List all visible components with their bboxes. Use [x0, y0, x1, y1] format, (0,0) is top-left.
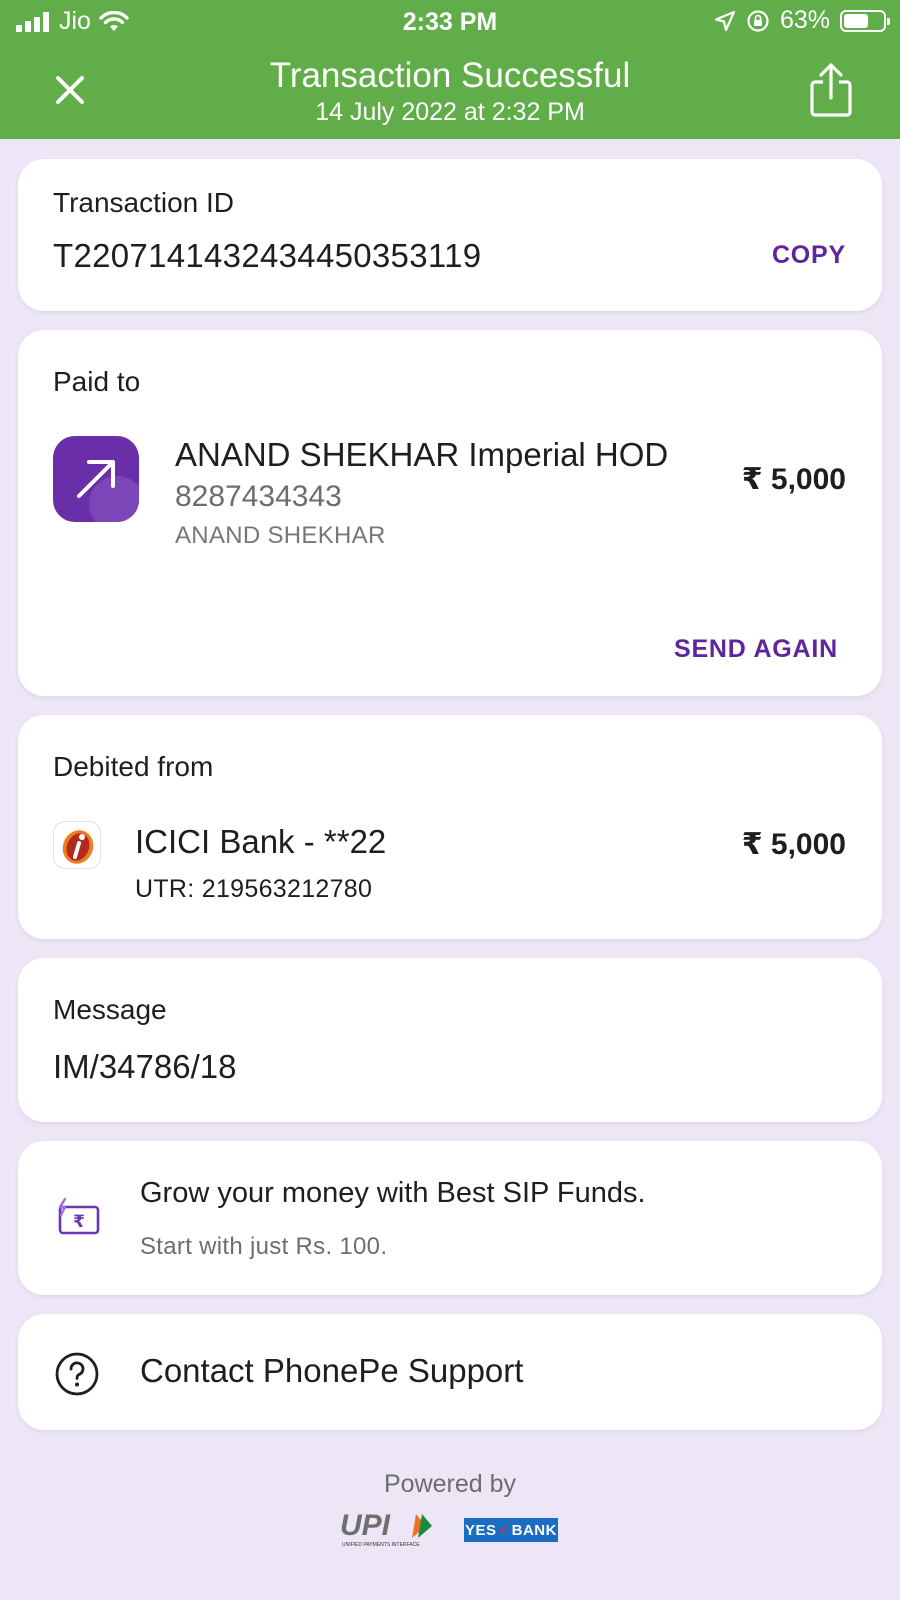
upi-logo-text: UPI	[340, 1510, 391, 1542]
icici-bank-logo	[53, 821, 101, 869]
contact-support-label: Contact PhonePe Support	[140, 1352, 524, 1389]
sip-promo-title: Grow your money with Best SIP Funds.	[140, 1177, 646, 1209]
battery-fill	[844, 13, 868, 28]
help-circle-icon	[55, 1352, 99, 1396]
battery-icon	[840, 9, 890, 32]
rupee-wallet-icon: ₹	[58, 1197, 100, 1235]
payee-account-name: ANAND SHEKHAR	[175, 522, 386, 549]
utr-number: UTR: 219563212780	[135, 875, 373, 903]
copy-button[interactable]: COPY	[772, 241, 846, 270]
upi-logo: UPI UNIFIED PAYMENTS INTERFACE	[340, 1510, 432, 1548]
sip-promo-card[interactable]: ₹ Grow your money with Best SIP Funds. S…	[18, 1141, 882, 1295]
debited-from-card: Debited from ICICI Bank - **22 UTR: 2195…	[18, 715, 882, 939]
paid-to-card: Paid to ANAND SHEKHAR Imperial HOD 82874…	[18, 330, 882, 696]
payee-phone: 8287434343	[175, 480, 342, 513]
share-icon	[810, 63, 852, 117]
share-button[interactable]	[806, 62, 856, 118]
battery-percent: 63%	[779, 6, 830, 34]
payee-avatar	[53, 436, 139, 522]
debited-from-label: Debited from	[53, 751, 214, 782]
status-right: 63%	[714, 6, 890, 35]
transaction-datetime: 14 July 2022 at 2:32 PM	[315, 98, 585, 126]
paid-amount: ₹ 5,000	[741, 463, 846, 496]
transaction-id-label: Transaction ID	[53, 187, 235, 218]
transaction-id-card: Transaction ID T2207141432434450353119 C…	[18, 159, 882, 311]
message-text: IM/34786/18	[53, 1048, 237, 1085]
yes-bank-text-2: BANK	[511, 1521, 557, 1539]
contact-support-button[interactable]: Contact PhonePe Support	[18, 1314, 882, 1430]
svg-text:₹: ₹	[73, 1212, 85, 1232]
status-bar: Jio 2:33 PM 63%	[0, 0, 900, 44]
powered-by-label: Powered by	[383, 1470, 517, 1498]
message-label: Message	[53, 994, 167, 1025]
yes-bank-text-1: YES	[465, 1521, 497, 1539]
yes-bank-logo: YES ✓ BANK	[464, 1518, 558, 1542]
paid-to-label: Paid to	[53, 366, 141, 397]
orientation-lock-icon	[747, 9, 769, 32]
page-title: Transaction Successful	[269, 56, 631, 95]
location-arrow-icon	[714, 10, 736, 31]
arrow-up-right-icon	[77, 460, 115, 498]
sip-promo-subtitle: Start with just Rs. 100.	[140, 1233, 388, 1260]
header-bar: Transaction Successful 14 July 2022 at 2…	[0, 44, 900, 139]
upi-logo-subtext: UNIFIED PAYMENTS INTERFACE	[342, 1542, 420, 1548]
transaction-id-value: T2207141432434450353119	[53, 237, 482, 274]
bank-account: ICICI Bank - **22	[135, 823, 387, 860]
message-card: Message IM/34786/18	[18, 958, 882, 1122]
send-again-button[interactable]: SEND AGAIN	[674, 635, 838, 664]
payee-name: ANAND SHEKHAR Imperial HOD	[175, 436, 669, 473]
debited-amount: ₹ 5,000	[741, 828, 846, 861]
